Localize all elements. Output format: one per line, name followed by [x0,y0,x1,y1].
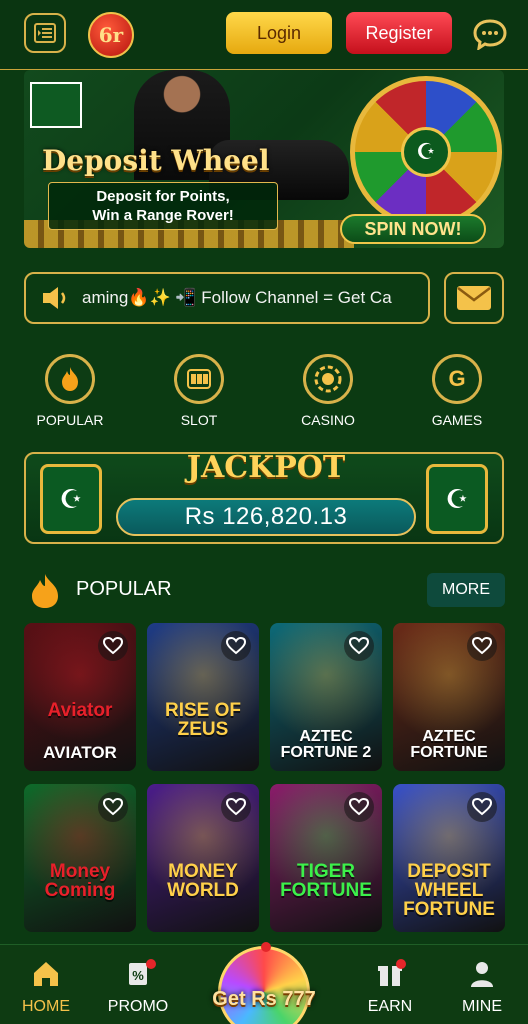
game-title: AZTEC FORTUNE 2 [280,728,372,761]
top-header: 6r Login Register [0,0,528,70]
nav-promo-label: PROMO [107,998,169,1015]
game-title: AVIATOR [43,743,117,762]
category-label: SLOT [180,412,218,428]
flame-icon [28,572,62,610]
speaker-icon [36,274,76,322]
chat-support-icon[interactable] [470,16,510,52]
category-games[interactable]: G GAMES [412,354,502,428]
game-tile[interactable]: DEPOSIT WHEEL FORTUNE [393,784,505,932]
category-popular[interactable]: POPULAR [25,354,115,428]
pakistan-flag-icon [30,82,82,128]
home-icon [34,962,58,986]
notification-dot [396,959,406,969]
nav-home[interactable]: HOME [6,959,86,1016]
login-button[interactable]: Login [226,12,332,54]
game-title: AZTEC FORTUNE [410,728,488,761]
favorite-heart-icon[interactable] [344,631,374,661]
game-tile[interactable]: Money Coming [24,784,136,932]
game-tile[interactable]: Aviator AVIATOR [24,623,136,771]
jackpot-panel: ☪ ☪ JACKPOT Rs 126,820.13 [24,450,504,544]
menu-icon[interactable] [24,13,66,53]
game-art-text: Money Coming [44,861,116,901]
game-tile[interactable]: MONEY WORLD [147,784,259,932]
casino-chip-icon [303,354,353,404]
marquee-text: aming🔥✨ 📲 Follow Channel = Get Ca [82,288,392,307]
nav-mine[interactable]: MINE [442,959,522,1016]
prize-wheel-image: ☪ [350,76,502,228]
nav-earn[interactable]: EARN [350,959,430,1016]
nav-promo[interactable]: % PROMO [98,959,178,1016]
banner-subtitle: Deposit for Points, Win a Range Rover! [48,182,278,230]
user-icon [471,962,493,987]
announcement-marquee[interactable]: aming🔥✨ 📲 Follow Channel = Get Ca [24,272,430,324]
nav-mine-label: MINE [462,998,502,1015]
jackpot-title: JACKPOT [186,450,346,485]
game-tile[interactable]: RISE OF ZEUS [147,623,259,771]
flame-icon [45,354,95,404]
game-tile[interactable]: AZTEC FORTUNE [393,623,505,771]
game-tile[interactable]: TIGER FORTUNE [270,784,382,932]
nav-earn-label: EARN [367,998,413,1015]
category-slot[interactable]: SLOT [154,354,244,428]
favorite-heart-icon[interactable] [221,792,251,822]
notification-dot [261,942,271,952]
category-label: GAMES [431,412,483,428]
promo-banner[interactable]: Deposit Wheel Deposit for Points, Win a … [24,70,504,248]
nav-home-label: HOME [22,998,70,1015]
mail-icon[interactable] [444,272,504,324]
register-button[interactable]: Register [346,12,452,54]
jackpot-amount: Rs 126,820.13 [116,498,416,536]
game-art-text: DEPOSIT WHEEL FORTUNE [403,861,495,920]
banner-title: Deposit Wheel [42,144,270,177]
get-bonus-label: Get Rs 777 [212,988,316,1010]
favorite-heart-icon[interactable] [467,631,497,661]
game-art-text: TIGER FORTUNE [280,861,372,901]
game-art-text: Aviator [47,700,113,721]
favorite-heart-icon[interactable] [467,792,497,822]
g-icon: G [432,354,482,404]
slot-machine-icon [174,354,224,404]
game-tile[interactable]: AZTEC FORTUNE 2 [270,623,382,771]
favorite-heart-icon[interactable] [344,792,374,822]
game-art-text: MONEY WORLD [167,861,239,901]
svg-text:%: % [132,968,144,983]
category-label: POPULAR [36,412,104,428]
crescent-icon: ☪ [401,127,451,177]
notification-dot [146,959,156,969]
category-label: CASINO [301,412,355,428]
crescent-icon: ☪ [40,464,102,534]
banner-subtitle-line1: Deposit for Points, [96,188,230,205]
game-art-text: RISE OF ZEUS [164,700,241,740]
bonus-wheel-icon [218,946,310,1024]
popular-section-title: POPULAR [76,578,172,600]
favorite-heart-icon[interactable] [98,631,128,661]
favorite-heart-icon[interactable] [98,792,128,822]
favorite-heart-icon[interactable] [221,631,251,661]
get-bonus-button[interactable]: Get Rs 777 [190,940,338,1024]
more-button[interactable]: MORE [427,573,505,607]
crescent-icon: ☪ [426,464,488,534]
app-logo: 6r [88,12,134,58]
spin-now-button[interactable]: SPIN NOW! [340,214,486,244]
category-casino[interactable]: CASINO [283,354,373,428]
banner-subtitle-line2: Win a Range Rover! [92,207,234,224]
